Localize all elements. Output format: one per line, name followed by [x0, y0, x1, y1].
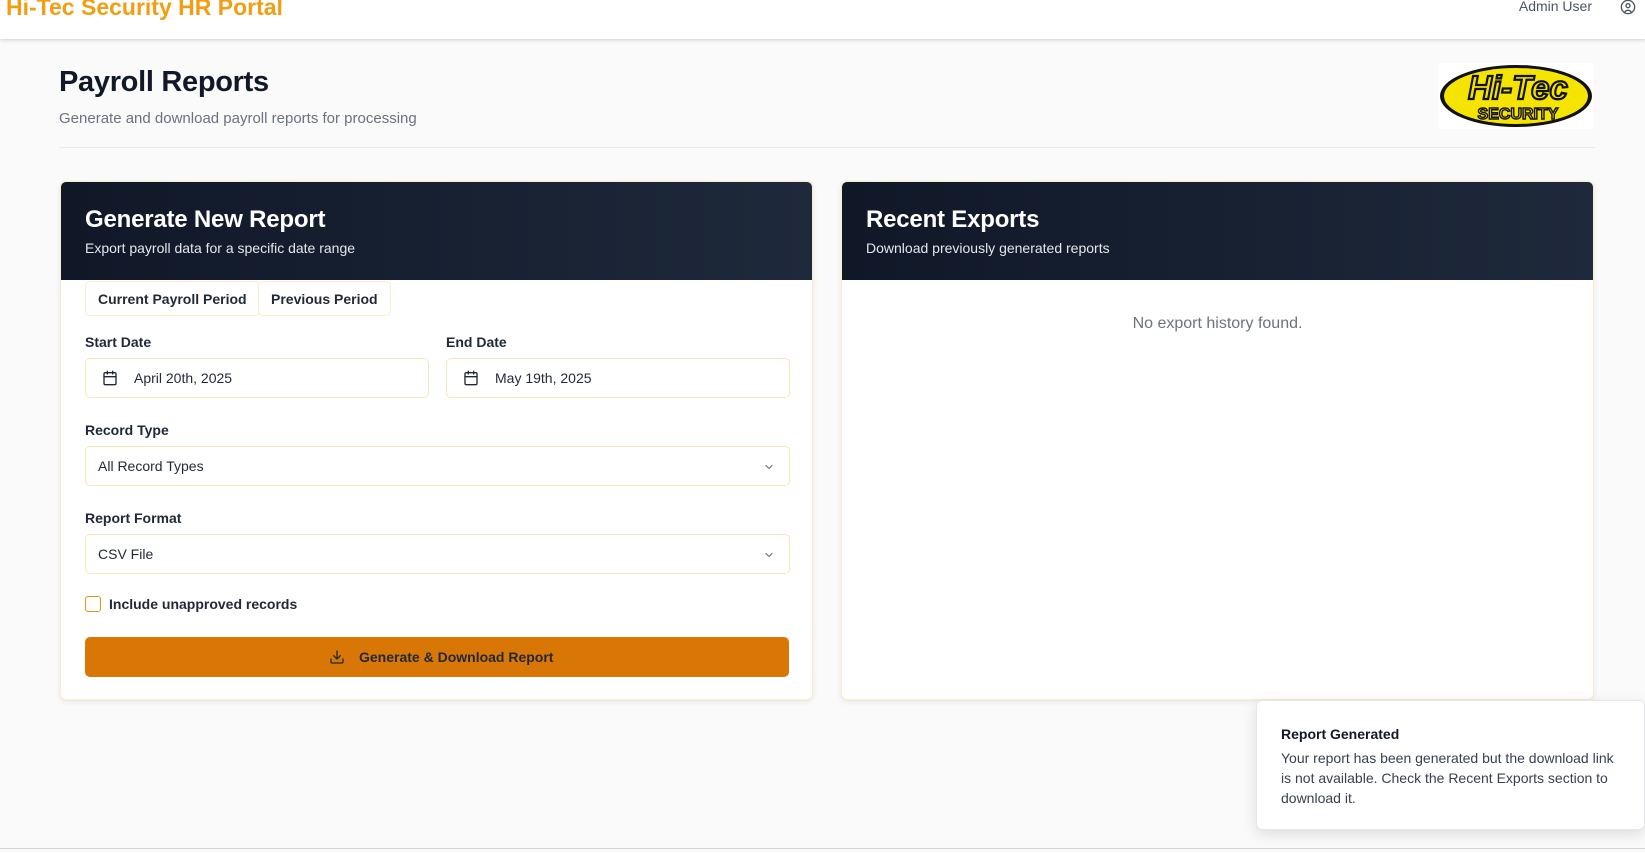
start-date-picker[interactable]: April 20th, 2025: [85, 358, 429, 398]
header-divider: [59, 147, 1595, 148]
generate-report-subtitle: Export payroll data for a specific date …: [85, 240, 356, 256]
end-date-picker[interactable]: May 19th, 2025: [446, 358, 790, 398]
recent-exports-header: Recent Exports Download previously gener…: [842, 182, 1593, 280]
generate-download-button[interactable]: Generate & Download Report: [85, 637, 789, 677]
recent-exports-subtitle: Download previously generated reports: [866, 240, 1110, 256]
calendar-icon: [464, 370, 478, 386]
end-date-value: May 19th, 2025: [495, 370, 592, 386]
page-subtitle: Generate and download payroll reports fo…: [59, 110, 417, 127]
generate-report-card: Generate New Report Export payroll data …: [60, 181, 813, 700]
end-date-label: End Date: [446, 334, 507, 350]
empty-history-message: No export history found.: [1132, 315, 1303, 332]
report-format-value: CSV File: [98, 546, 154, 562]
record-type-label: Record Type: [85, 422, 169, 438]
previous-period-button[interactable]: Previous Period: [258, 281, 391, 316]
generate-download-label: Generate & Download Report: [359, 649, 554, 665]
generate-report-header: Generate New Report Export payroll data …: [61, 182, 812, 280]
user-circle-icon[interactable]: [1620, 0, 1636, 15]
download-icon: [330, 650, 344, 664]
report-generated-toast[interactable]: Report Generated Your report has been ge…: [1256, 700, 1645, 830]
start-date-label: Start Date: [85, 334, 152, 350]
page-header: Payroll Reports Generate and download pa…: [59, 66, 417, 127]
recent-exports-title: Recent Exports: [866, 206, 1040, 233]
generate-report-title: Generate New Report: [85, 206, 326, 233]
current-payroll-period-button[interactable]: Current Payroll Period: [85, 281, 260, 316]
page-title: Payroll Reports: [59, 66, 269, 98]
include-unapproved-checkbox[interactable]: [85, 596, 101, 612]
record-type-value: All Record Types: [98, 458, 204, 474]
include-unapproved-label[interactable]: Include unapproved records: [109, 596, 297, 612]
toast-message: Your report has been generated but the d…: [1281, 750, 1614, 806]
record-type-select[interactable]: All Record Types: [85, 446, 790, 486]
report-format-label: Report Format: [85, 510, 182, 526]
company-logo: Hi-Tec SECURITY: [1438, 63, 1594, 129]
toast-title: Report Generated: [1281, 726, 1400, 742]
user-name[interactable]: Admin User: [1519, 0, 1592, 14]
report-format-select[interactable]: CSV File: [85, 534, 790, 574]
chevron-down-icon: [765, 552, 773, 558]
calendar-icon: [103, 370, 117, 386]
logo-text-security: SECURITY: [1478, 106, 1559, 123]
logo-text-hitec: Hi-Tec: [1468, 69, 1568, 106]
footer-divider: [0, 848, 1645, 849]
chevron-down-icon: [765, 464, 773, 470]
recent-exports-card: Recent Exports Download previously gener…: [841, 181, 1594, 700]
portal-title[interactable]: Hi-Tec Security HR Portal: [6, 0, 283, 21]
top-bar: Hi-Tec Security HR Portal Admin User: [0, 0, 1645, 39]
start-date-value: April 20th, 2025: [134, 370, 233, 386]
